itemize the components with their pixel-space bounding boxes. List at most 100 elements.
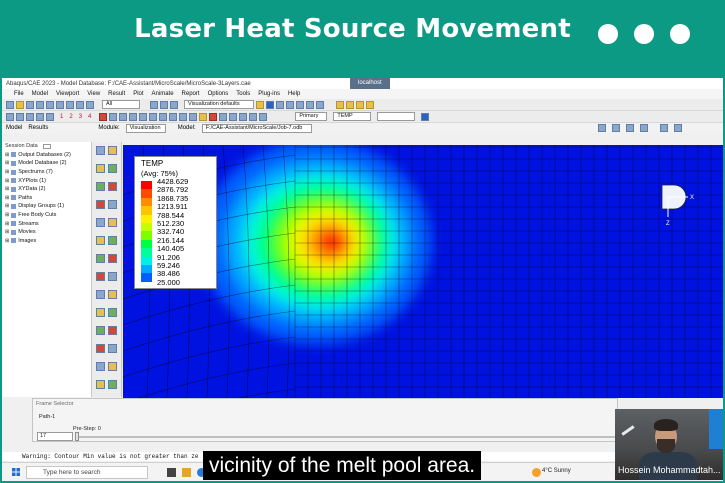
mesh-icon[interactable] [129,112,138,121]
step-2[interactable]: 2 [69,114,72,120]
menu-item-viewport[interactable]: Viewport [56,91,79,97]
menu-item-tools[interactable]: Tools [236,91,250,97]
prev-frame-icon[interactable] [286,100,294,109]
toolbox-tool-icon[interactable] [108,308,117,317]
menu-item-file[interactable]: File [14,91,24,97]
view-top-icon[interactable] [356,100,364,109]
probe-icon[interactable] [99,112,108,121]
menu-item-plugins[interactable]: Plug-ins [258,91,280,97]
expand-icon[interactable]: ⊞ [5,221,9,227]
toolbox-tool-icon[interactable] [108,236,117,245]
select-icon[interactable] [150,100,158,109]
toolbox-tool-icon[interactable] [108,290,117,299]
perspective-icon[interactable] [189,112,198,121]
toolbox-tool-icon[interactable] [108,164,117,173]
toolbox-tool-icon[interactable] [108,182,117,191]
display-group-icon[interactable] [119,112,128,121]
query-icon[interactable] [160,100,168,109]
view-front-icon[interactable] [346,100,354,109]
fit-icon[interactable] [76,100,84,109]
menu-item-options[interactable]: Options [208,91,229,97]
view-side-icon[interactable] [366,100,374,109]
toolbox-tool-icon[interactable] [96,236,105,245]
tab-model[interactable]: Model [6,125,22,131]
hidden-icon[interactable] [169,112,178,121]
tree-item[interactable]: ⊞ Spectrums (7) [2,168,91,177]
toolbox-tool-icon[interactable] [96,308,105,317]
menu-item-report[interactable]: Report [182,91,200,97]
session-data-combo[interactable]: Session Data [2,142,91,151]
render-icon[interactable] [139,112,148,121]
toolbox-tool-icon[interactable] [96,362,105,371]
tree-item[interactable]: ⊞ Output Databases (2) [2,151,91,160]
expand-icon[interactable]: ⊞ [5,160,9,166]
component-combo[interactable] [377,112,416,121]
toolbox-tool-icon[interactable] [108,146,117,155]
toolbox-tool-icon[interactable] [96,146,105,155]
prev-icon[interactable] [611,124,620,132]
toolbox-tool-icon[interactable] [108,272,117,281]
tree-item[interactable]: ⊞ Model Database (2) [2,159,91,168]
save-icon[interactable] [26,100,34,109]
windows-start-icon[interactable] [12,468,20,476]
tree-item[interactable]: ⊞ Display Groups (1) [2,202,91,211]
selection-combo[interactable]: All [102,100,140,109]
play-forward-icon[interactable] [625,124,634,132]
toolbox-tool-icon[interactable] [96,200,105,209]
cut-icon[interactable] [109,112,118,121]
toolbox-tool-icon[interactable] [108,254,117,263]
tree-item[interactable]: ⊞ Images [2,237,91,246]
toolbox-tool-icon[interactable] [108,326,117,335]
undo-icon[interactable] [229,112,238,121]
expand-icon[interactable]: ⊞ [5,229,9,235]
model-combo[interactable]: F:/CAE-Assistant/MicroScale/Job-7.odb [201,123,312,133]
print-icon[interactable] [36,100,44,109]
menu-item-animate[interactable]: Animate [152,91,174,97]
tab-results[interactable]: Results [28,125,48,131]
toolbox-tool-icon[interactable] [96,272,105,281]
open-icon[interactable] [16,100,24,109]
field-output-icon[interactable] [259,112,268,121]
module-combo[interactable]: Visualization [125,123,166,133]
toolbox-tool-icon[interactable] [96,182,105,191]
undeform-icon[interactable] [16,112,24,121]
first-frame-icon[interactable] [276,100,284,109]
toolbox-tool-icon[interactable] [96,344,105,353]
menu-item-model[interactable]: Model [32,91,48,97]
rotate-icon[interactable] [46,100,54,109]
shade-icon[interactable] [149,112,158,121]
light-icon[interactable] [199,112,208,121]
visualization-defaults-combo[interactable]: Visualization defaults [184,100,254,109]
zoom-icon[interactable] [66,100,74,109]
first-icon[interactable] [597,124,606,132]
dropdown-icon[interactable] [42,143,51,149]
toolbox-tool-icon[interactable] [96,164,105,173]
step-3[interactable]: 3 [79,114,82,120]
expand-icon[interactable]: ⊞ [5,186,9,192]
toolbox-tool-icon[interactable] [108,218,117,227]
play-icon[interactable] [296,100,304,109]
file-explorer-icon[interactable] [182,468,191,477]
toolbox-tool-icon[interactable] [96,254,105,263]
table-icon[interactable] [249,112,258,121]
frame-slider-thumb[interactable] [75,432,79,441]
frame-input[interactable]: 17 [37,432,73,441]
tree-item[interactable]: ⊞ Paths [2,194,91,203]
frame-slider[interactable] [77,436,617,438]
next-frame-icon[interactable] [306,100,314,109]
toolbox-tool-icon[interactable] [108,344,117,353]
menu-item-result[interactable]: Result [108,91,125,97]
movie-icon[interactable] [673,124,682,132]
task-view-icon[interactable] [167,468,176,477]
pan-icon[interactable] [56,100,64,109]
menu-item-plot[interactable]: Plot [133,91,143,97]
box-zoom-icon[interactable] [86,100,94,109]
toolbox-tool-icon[interactable] [108,380,117,389]
tree-item[interactable]: ⊞ Streams [2,219,91,228]
tree-item[interactable]: ⊞ Movies [2,228,91,237]
primary-combo[interactable]: Primary [295,112,328,121]
deform-icon[interactable] [6,112,14,121]
viewport[interactable]: TEMP (Avg: 75%) 4428.629 2876.792 1868.735… [123,145,723,398]
toolbox-tool-icon[interactable] [96,380,105,389]
arrow-annotation-icon[interactable] [219,112,228,121]
